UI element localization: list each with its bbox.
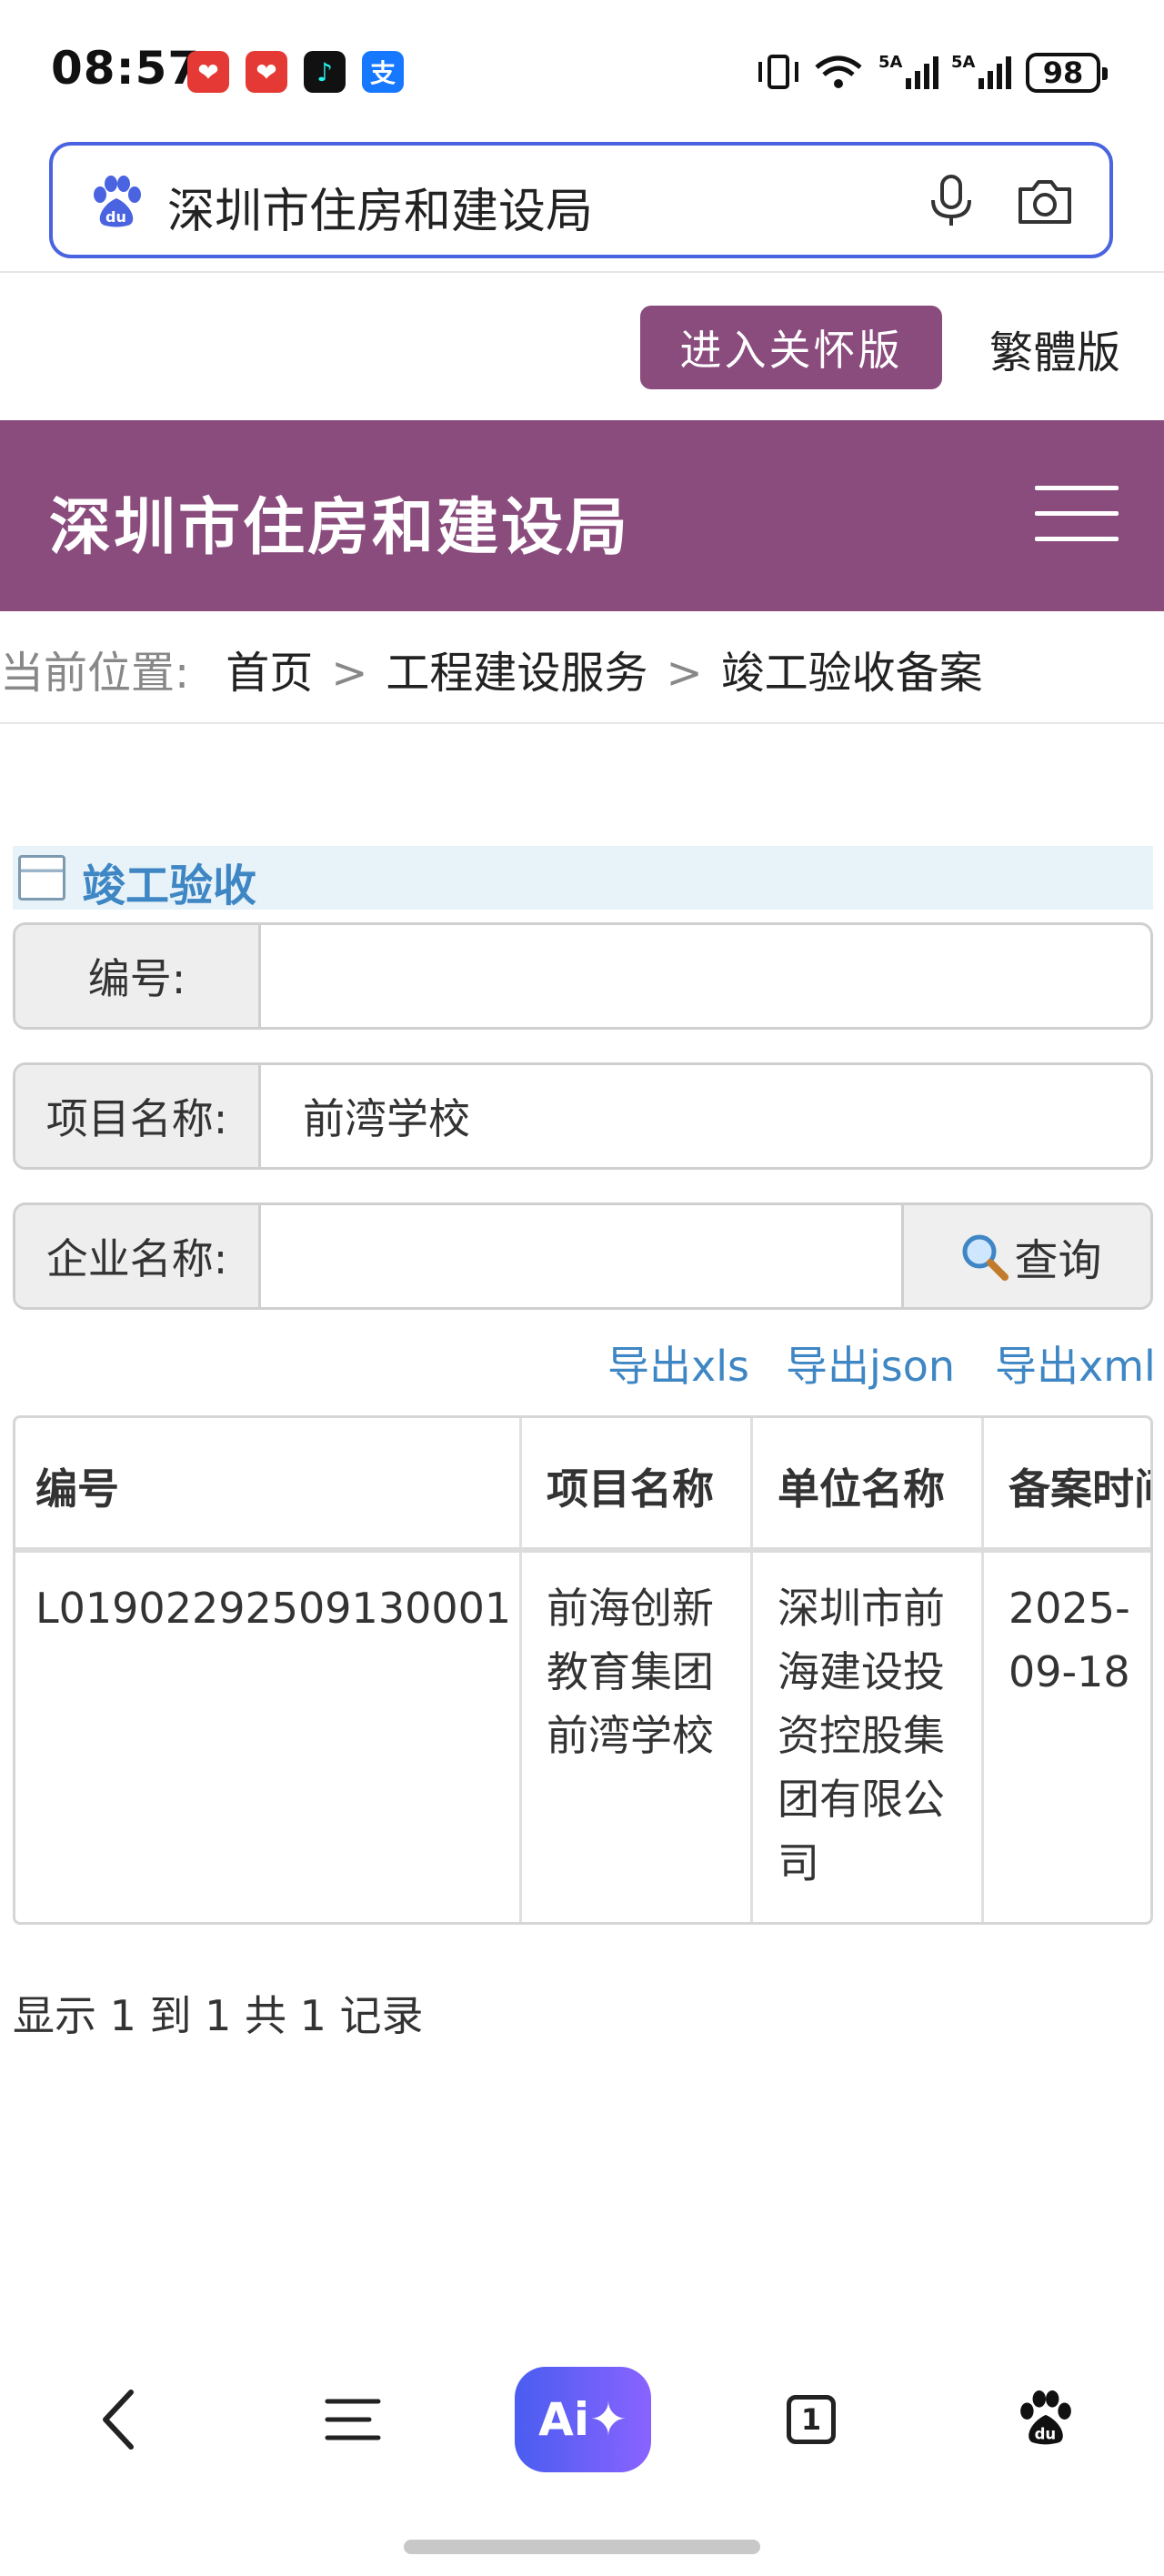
svg-text:du: du xyxy=(105,208,126,226)
tiktok-icon: ♪ xyxy=(304,51,346,93)
cell-unit: 深圳市前 海建设投 资控股集 团有限公 司 xyxy=(778,1576,968,1895)
breadcrumb-label: 当前位置: xyxy=(0,648,190,699)
number-label: 编号: xyxy=(15,925,261,1027)
hamburger-menu-icon[interactable] xyxy=(1035,486,1119,544)
breadcrumb: 当前位置: 首页 > 工程建设服务 > 竣工验收备案 xyxy=(0,637,983,702)
camera-icon[interactable] xyxy=(1015,173,1075,229)
alipay-icon: 支 xyxy=(362,51,404,93)
breadcrumb-completion-filing[interactable]: 竣工验收备案 xyxy=(721,637,983,700)
project-name-label: 项目名称: xyxy=(15,1065,261,1167)
home-indicator[interactable] xyxy=(404,2540,760,2554)
breadcrumb-construction-services[interactable]: 工程建设服务 xyxy=(386,637,647,700)
column-header-unit[interactable]: 单位名称 xyxy=(778,1456,945,1516)
divider xyxy=(0,271,1164,273)
export-json-link[interactable]: 导出json xyxy=(786,1333,955,1394)
cell-date-line: 09-18 xyxy=(1008,1647,1130,1696)
tabs-count-icon: 1 xyxy=(787,2395,836,2444)
back-button[interactable] xyxy=(73,2374,164,2465)
search-bar[interactable]: du 深圳市住房和建设局 xyxy=(49,142,1113,258)
cell-unit-line: 资控股集 xyxy=(778,1711,945,1760)
section-title: 竣工验收 xyxy=(82,860,257,911)
signal-icon-2: 5A xyxy=(951,53,1011,89)
project-name-field-row: 项目名称: 前湾学校 xyxy=(13,1062,1153,1170)
cell-project-line: 前湾学校 xyxy=(547,1711,714,1760)
breadcrumb-separator: > xyxy=(331,648,368,699)
company-name-label: 企业名称: xyxy=(15,1205,261,1307)
site-header: 深圳市住房和建设局 xyxy=(0,420,1164,611)
query-button-label: 查询 xyxy=(1014,1235,1102,1286)
column-header-project[interactable]: 项目名称 xyxy=(547,1456,714,1516)
column-divider xyxy=(750,1418,753,1922)
breadcrumb-home[interactable]: 首页 xyxy=(226,637,313,700)
breadcrumb-separator: > xyxy=(666,648,703,699)
cell-project-line: 教育集团 xyxy=(547,1647,714,1696)
cell-unit-line: 司 xyxy=(778,1838,819,1887)
search-icon xyxy=(962,1234,1009,1281)
signal-icon: 5A xyxy=(878,53,938,89)
status-bar: 08:57 ❤ ❤ ♪ 支 5A 5A 98 xyxy=(0,0,1164,136)
tabs-button[interactable]: 1 xyxy=(766,2374,857,2465)
microphone-icon[interactable] xyxy=(924,173,978,229)
column-divider xyxy=(981,1418,984,1922)
column-header-number[interactable]: 编号 xyxy=(35,1456,119,1516)
company-name-input[interactable] xyxy=(288,1205,888,1307)
baidu-paw-icon: du xyxy=(1020,2390,1071,2445)
project-name-input[interactable]: 前湾学校 xyxy=(303,1065,1139,1167)
cell-date-line: 2025- xyxy=(1008,1584,1130,1633)
tabs-count: 1 xyxy=(800,2402,822,2437)
care-version-button[interactable]: 进入关怀版 xyxy=(640,306,942,389)
vibrate-icon xyxy=(758,55,798,89)
menu-lines-icon xyxy=(325,2399,381,2440)
header-divider xyxy=(15,1547,1150,1553)
chevron-left-icon xyxy=(103,2390,134,2450)
ai-assistant-button[interactable]: Ai✦ xyxy=(515,2367,651,2472)
export-xls-link[interactable]: 导出xls xyxy=(607,1333,749,1394)
cell-unit-line: 团有限公 xyxy=(778,1775,945,1824)
company-name-field-row: 企业名称: 查询 xyxy=(13,1202,1153,1310)
search-input[interactable]: 深圳市住房和建设局 xyxy=(167,173,593,241)
cell-project-line: 前海创新 xyxy=(547,1584,714,1633)
number-field-row: 编号: xyxy=(13,922,1153,1030)
app-icon-1: ❤ xyxy=(187,51,229,93)
cell-project: 前海创新 教育集团 前湾学校 xyxy=(547,1576,738,1767)
wifi-icon xyxy=(815,55,862,88)
query-button[interactable]: 查询 xyxy=(901,1205,1150,1307)
app-icon-2: ❤ xyxy=(246,51,287,93)
baidu-home-button[interactable]: du xyxy=(1000,2374,1091,2465)
battery-indicator: 98 xyxy=(1026,53,1108,93)
svg-text:du: du xyxy=(1035,2426,1057,2443)
status-time: 08:57 xyxy=(51,42,201,95)
cell-date: 2025- 09-18 xyxy=(1008,1576,1145,1704)
column-divider xyxy=(519,1418,522,1922)
baidu-logo-icon: du xyxy=(94,176,141,227)
site-title: 深圳市住房和建设局 xyxy=(49,492,631,564)
results-table: 编号 项目名称 单位名称 备案时间 L01902292509130001 前海创… xyxy=(13,1415,1153,1925)
window-icon xyxy=(18,855,65,901)
svg-text:5A: 5A xyxy=(878,53,903,72)
cell-number: L01902292509130001 xyxy=(35,1584,512,1633)
menu-button[interactable] xyxy=(307,2374,398,2465)
divider xyxy=(0,722,1164,724)
column-header-date[interactable]: 备案时间 xyxy=(1008,1456,1150,1516)
cell-unit-line: 深圳市前 xyxy=(778,1584,945,1633)
cell-unit-line: 海建设投 xyxy=(778,1647,945,1696)
section-header: 竣工验收 xyxy=(13,846,1153,911)
bottom-navigation: Ai✦ 1 du xyxy=(0,2347,1164,2492)
number-input[interactable] xyxy=(288,925,1143,1027)
record-count: 显示 1 到 1 共 1 记录 xyxy=(13,1991,424,2040)
svg-text:5A: 5A xyxy=(951,53,976,72)
export-xml-link[interactable]: 导出xml xyxy=(995,1333,1156,1394)
traditional-chinese-link[interactable]: 繁體版 xyxy=(989,317,1120,380)
